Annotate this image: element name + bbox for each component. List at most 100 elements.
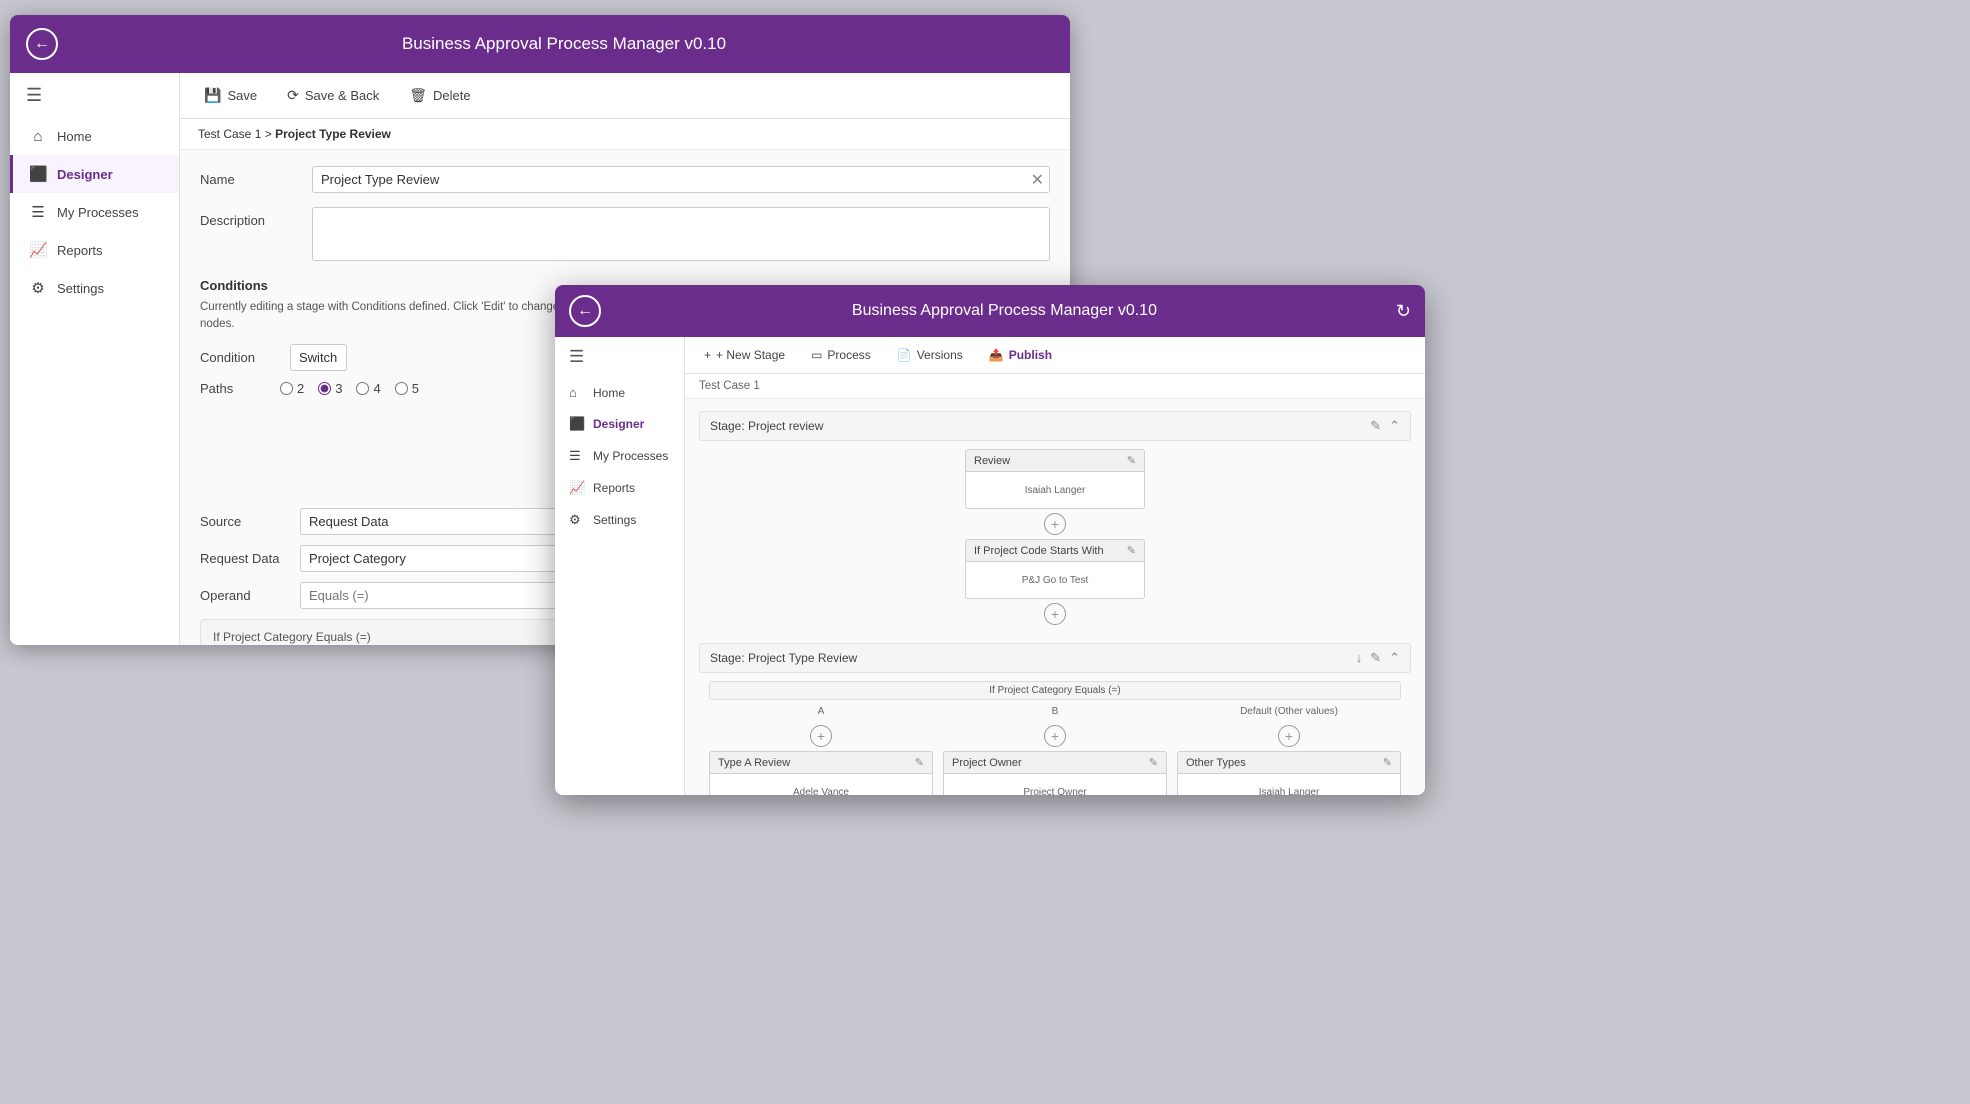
sidebar2-designer[interactable]: ⬛ Designer xyxy=(555,408,684,440)
type-a-review-body: Adele Vance xyxy=(710,774,932,795)
new-stage-button[interactable]: + + New Stage xyxy=(699,345,790,365)
review-node-edit-icon[interactable]: ✎ xyxy=(1127,454,1136,467)
stage-ptr-collapse[interactable]: ⌃ xyxy=(1389,650,1400,666)
sidebar2-designer-icon: ⬛ xyxy=(569,416,585,432)
title-2: Business Approval Process Manager v0.10 xyxy=(613,302,1396,320)
source-label: Source xyxy=(200,514,290,529)
sidebar2-reports-icon: 📈 xyxy=(569,480,585,496)
designer-icon: ⬛ xyxy=(29,165,47,183)
sidebar-item-settings[interactable]: ⚙ Settings xyxy=(10,269,179,307)
save-button[interactable]: 💾 Save xyxy=(198,83,263,108)
path-4-radio[interactable] xyxy=(356,382,369,395)
titlebar-2: ← Business Approval Process Manager v0.1… xyxy=(555,285,1425,337)
sidebar-item-home[interactable]: ⌂ Home xyxy=(10,118,179,155)
publish-label: Publish xyxy=(1009,348,1052,362)
path-a-plus-button[interactable]: + xyxy=(810,725,832,747)
condition-node-edit-icon[interactable]: ✎ xyxy=(1127,544,1136,557)
project-owner-card: Project Owner ✎ Project Owner xyxy=(943,751,1167,795)
versions-button[interactable]: 📄 Versions xyxy=(892,345,968,365)
type-a-review-card: Type A Review ✎ Adele Vance xyxy=(709,751,933,795)
publish-icon: 📤 xyxy=(989,348,1004,362)
project-owner-title: Project Owner xyxy=(952,757,1022,769)
back-button-1[interactable]: ← xyxy=(26,28,58,60)
stage-ptr-content: If Project Category Equals (=) A + Type … xyxy=(699,681,1411,795)
project-owner-edit-icon[interactable]: ✎ xyxy=(1149,756,1158,769)
path-default-plus-button[interactable]: + xyxy=(1278,725,1300,747)
condition-node-header: If Project Code Starts With ✎ xyxy=(966,540,1144,562)
sidebar-1: ☰ ⌂ Home ⬛ Designer ☰ My Processes 📈 Rep… xyxy=(10,73,180,645)
stage-project-review-header: Stage: Project review ✎ ⌃ xyxy=(699,411,1411,441)
home-icon: ⌂ xyxy=(29,128,47,145)
stage-project-review-actions: ✎ ⌃ xyxy=(1370,418,1400,434)
project-owner-body: Project Owner xyxy=(944,774,1166,795)
condition-plus-button[interactable]: + xyxy=(1044,603,1066,625)
project-owner-header: Project Owner ✎ xyxy=(944,752,1166,774)
path-2-option[interactable]: 2 xyxy=(280,381,304,396)
name-clear-button[interactable]: ✕ xyxy=(1031,170,1044,190)
paths-label: Paths xyxy=(200,381,280,396)
path-b-plus-button[interactable]: + xyxy=(1044,725,1066,747)
sidebar2-my-processes[interactable]: ☰ My Processes xyxy=(555,440,684,472)
stage-ptr-edit[interactable]: ✎ xyxy=(1370,650,1381,666)
sidebar-item-my-processes[interactable]: ☰ My Processes xyxy=(10,193,179,231)
publish-button[interactable]: 📤 Publish xyxy=(984,345,1057,365)
path-5-label: 5 xyxy=(412,381,419,396)
condition-select[interactable]: Switch xyxy=(290,344,347,371)
sidebar-toggle-1[interactable]: ☰ xyxy=(10,73,179,118)
other-types-header: Other Types ✎ xyxy=(1178,752,1400,774)
breadcrumb-1: Test Case 1 > Project Type Review xyxy=(180,119,1070,150)
settings-icon: ⚙ xyxy=(29,279,47,297)
win2-body: ☰ ⌂ Home ⬛ Designer ☰ My Processes 📈 Rep… xyxy=(555,337,1425,795)
save-back-icon: ⟳ xyxy=(287,87,299,104)
other-types-card: Other Types ✎ Isaiah Langer xyxy=(1177,751,1401,795)
review-plus-button[interactable]: + xyxy=(1044,513,1066,535)
sidebar-item-designer[interactable]: ⬛ Designer xyxy=(10,155,179,193)
path-4-option[interactable]: 4 xyxy=(356,381,380,396)
path-default-label: Default (Other values) xyxy=(1240,706,1338,717)
review-node-body: Isaiah Langer xyxy=(966,472,1144,508)
path-4-label: 4 xyxy=(373,381,380,396)
refresh-button[interactable]: ↻ xyxy=(1396,301,1411,322)
other-types-edit-icon[interactable]: ✎ xyxy=(1383,756,1392,769)
condition-label: Condition xyxy=(200,350,280,365)
delete-button[interactable]: 🗑 Delete xyxy=(403,83,476,108)
path-2-radio[interactable] xyxy=(280,382,293,395)
sidebar2-home[interactable]: ⌂ Home xyxy=(555,377,684,408)
process-button[interactable]: ▭ Process xyxy=(806,345,876,365)
path-5-radio[interactable] xyxy=(395,382,408,395)
sidebar2-reports[interactable]: 📈 Reports xyxy=(555,472,684,504)
sidebar-label-reports: Reports xyxy=(57,243,103,258)
name-label: Name xyxy=(200,166,300,187)
new-stage-icon: + xyxy=(704,348,711,362)
sidebar-label-home: Home xyxy=(57,129,92,144)
description-input-wrap xyxy=(312,207,1050,264)
sidebar2-settings[interactable]: ⚙ Settings xyxy=(555,504,684,536)
review-node-card: Review ✎ Isaiah Langer xyxy=(965,449,1145,509)
path-3-radio[interactable] xyxy=(318,382,331,395)
stage-ptr-actions: ↓ ✎ ⌃ xyxy=(1356,650,1400,666)
stage-project-review-collapse[interactable]: ⌃ xyxy=(1389,418,1400,434)
stage-project-review: Stage: Project review ✎ ⌃ Review xyxy=(699,411,1411,629)
type-a-review-edit-icon[interactable]: ✎ xyxy=(915,756,924,769)
sidebar2-settings-label: Settings xyxy=(593,513,636,527)
process-label: Process xyxy=(827,348,870,362)
name-input[interactable] xyxy=(312,166,1050,193)
delete-icon: 🗑 xyxy=(409,87,427,104)
sidebar-item-reports[interactable]: 📈 Reports xyxy=(10,231,179,269)
review-node-title: Review xyxy=(974,455,1010,467)
save-back-button[interactable]: ⟳ Save & Back xyxy=(281,83,385,108)
save-icon: 💾 xyxy=(204,87,221,104)
other-types-title: Other Types xyxy=(1186,757,1246,769)
back-button-2[interactable]: ← xyxy=(569,295,601,327)
paths-radio-group: 2 3 4 5 xyxy=(280,381,419,396)
win2-canvas[interactable]: Stage: Project review ✎ ⌃ Review xyxy=(685,399,1425,795)
window-2: ← Business Approval Process Manager v0.1… xyxy=(555,285,1425,795)
path-5-option[interactable]: 5 xyxy=(395,381,419,396)
titlebar-1: ← Business Approval Process Manager v0.1… xyxy=(10,15,1070,73)
description-input[interactable] xyxy=(312,207,1050,261)
sidebar2-toggle[interactable]: ☰ xyxy=(555,337,684,377)
stage-project-review-edit[interactable]: ✎ xyxy=(1370,418,1381,434)
stage-ptr-move-down[interactable]: ↓ xyxy=(1356,650,1363,666)
path-3-option[interactable]: 3 xyxy=(318,381,342,396)
path-default-column: Default (Other values) + Other Types ✎ I… xyxy=(1177,706,1401,795)
